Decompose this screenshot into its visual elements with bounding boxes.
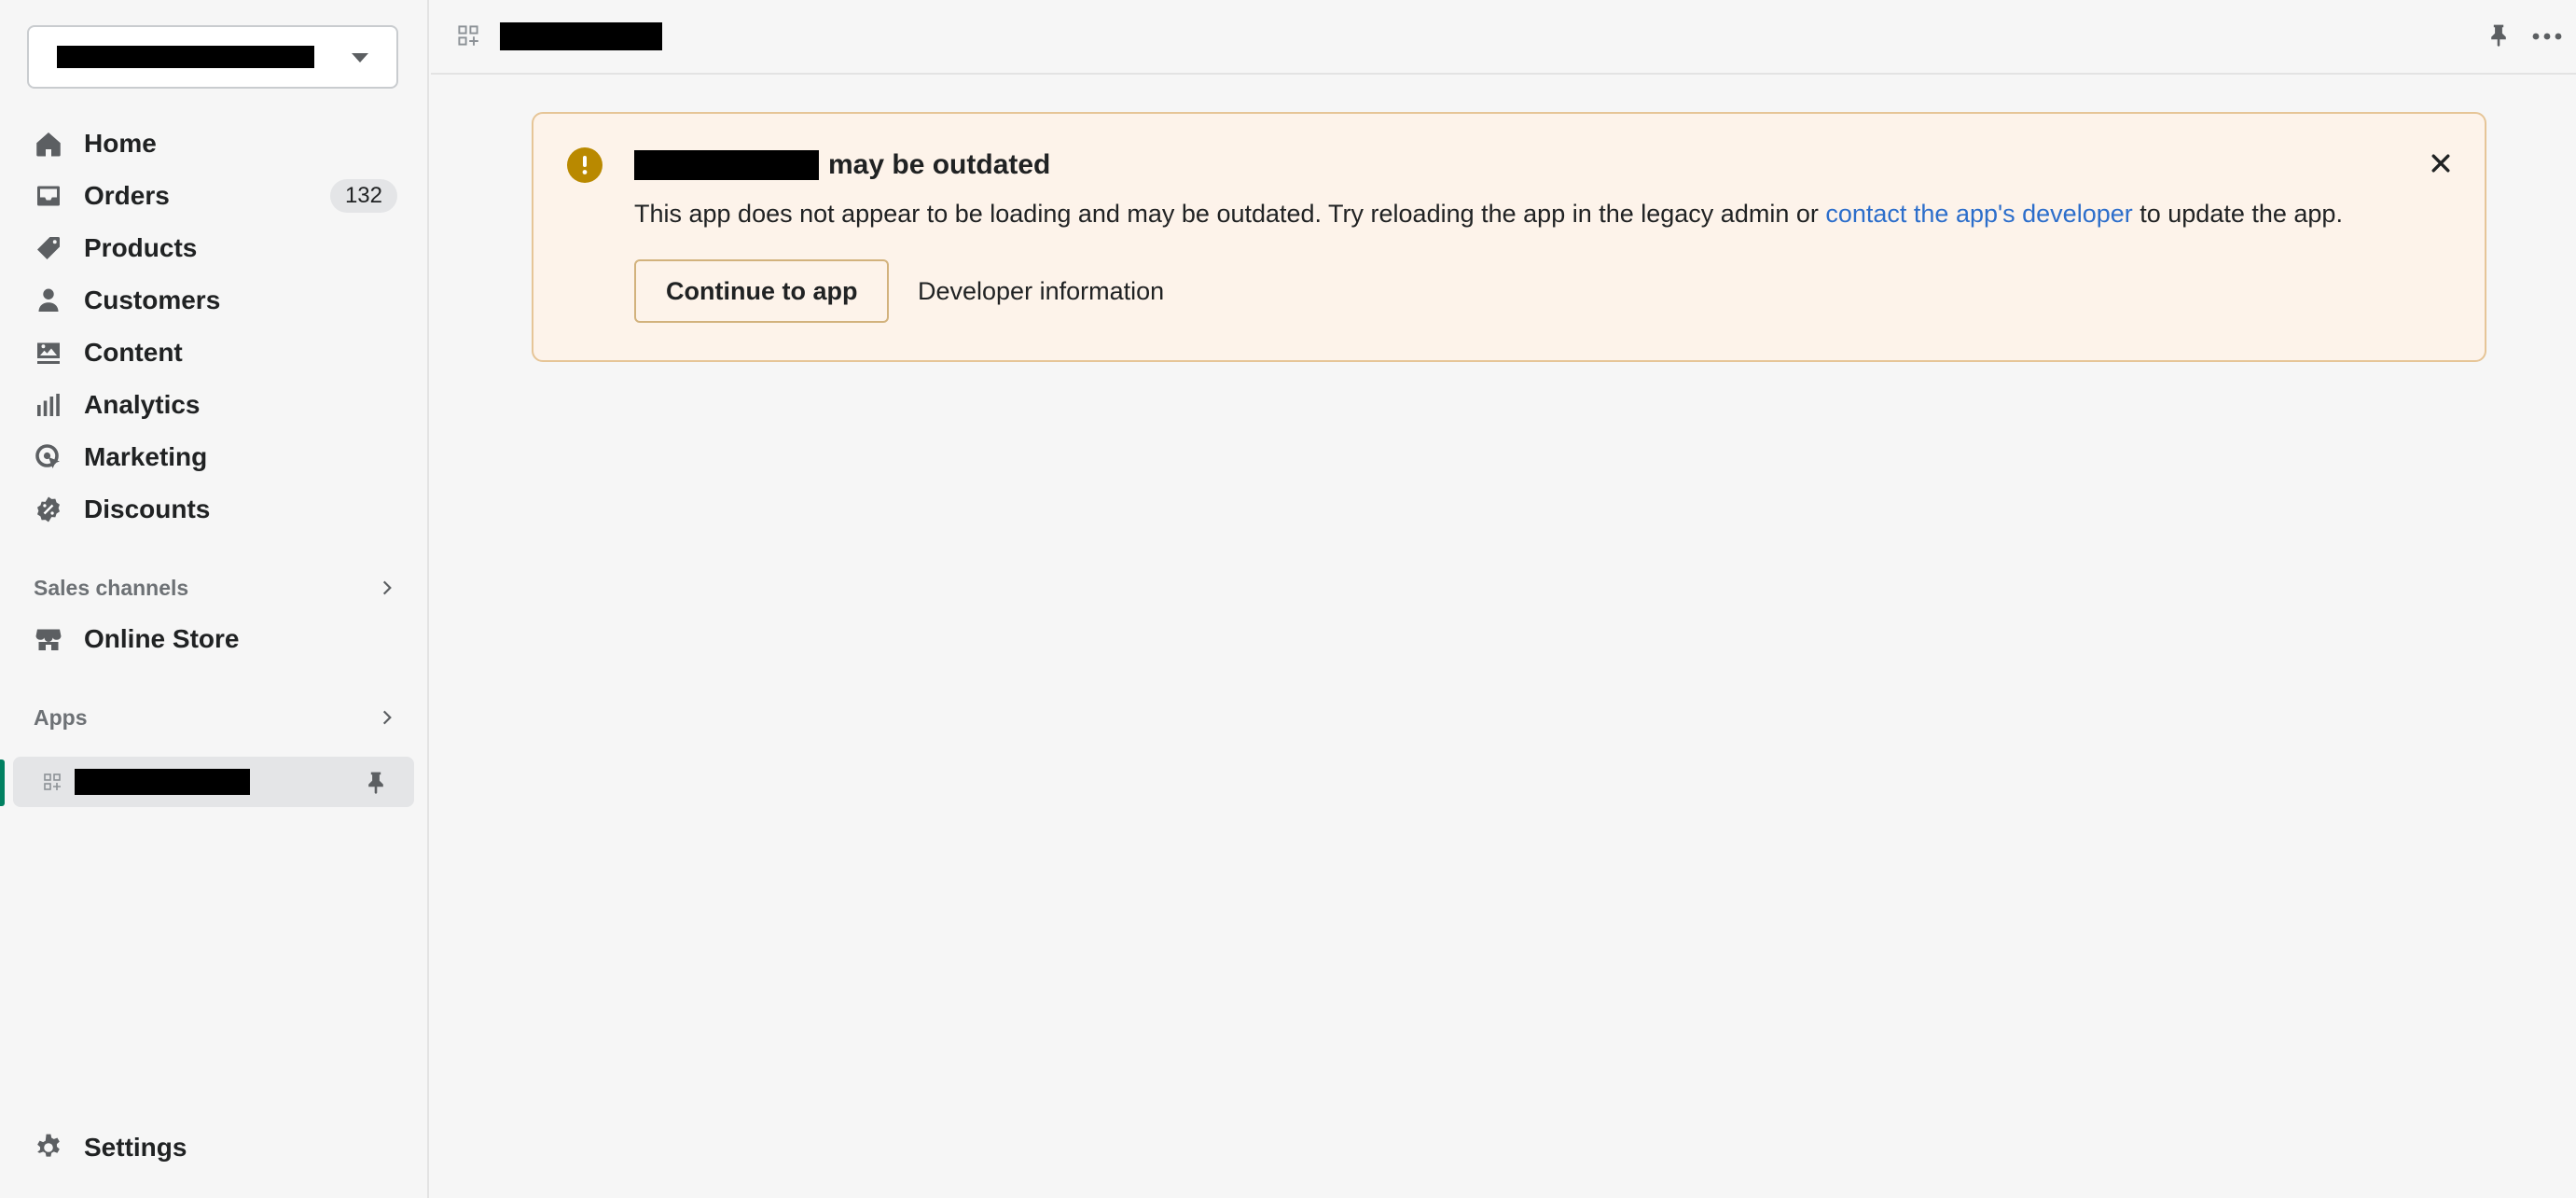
nav-label: Products [84, 233, 198, 262]
nav-item-home[interactable]: Home [34, 120, 397, 167]
chevron-right-icon [382, 580, 392, 595]
caret-down-icon [352, 53, 368, 63]
orders-icon [34, 181, 63, 211]
banner-title-text: may be outdated [828, 149, 1051, 180]
chevron-right-icon [382, 710, 392, 725]
more-actions-icon[interactable] [2531, 24, 2563, 53]
message-text: This app does not appear to be loading a… [634, 200, 1826, 228]
nav-label: Discounts [84, 495, 211, 523]
sidebar: Home Orders 132 Products Customers Conte… [0, 0, 429, 1198]
nav-label: Orders [84, 181, 170, 210]
image-icon [34, 338, 63, 368]
app-name-redacted [75, 769, 250, 795]
nav-label: Customers [84, 286, 221, 314]
close-icon[interactable] [2429, 151, 2453, 180]
app-grid-icon [43, 773, 62, 791]
nav-label: Content [84, 338, 183, 367]
nav-item-settings[interactable]: Settings [34, 1124, 397, 1171]
tag-icon [34, 233, 63, 263]
nav-item-online-store[interactable]: Online Store [34, 616, 397, 662]
banner-message: This app does not appear to be loading a… [634, 200, 2343, 229]
nav-item-products[interactable]: Products [34, 225, 397, 272]
discount-icon [34, 495, 63, 524]
banner-title: may be outdated [634, 149, 1050, 181]
store-name-redacted [57, 46, 314, 68]
nav-item-discounts[interactable]: Discounts [34, 486, 397, 533]
nav-label: Online Store [84, 624, 240, 653]
pin-icon[interactable] [2486, 21, 2511, 53]
continue-to-app-button[interactable]: Continue to app [634, 259, 890, 323]
nav-item-customers[interactable]: Customers [34, 277, 397, 324]
section-label: Sales channels [34, 575, 189, 600]
nav-item-marketing[interactable]: Marketing [34, 434, 397, 481]
nav-label: Settings [84, 1133, 187, 1162]
store-selector[interactable] [27, 25, 398, 89]
active-app-item[interactable] [13, 757, 414, 807]
active-indicator [0, 759, 5, 806]
gear-icon [34, 1133, 63, 1163]
home-icon [34, 129, 63, 159]
app-name-redacted [634, 150, 819, 180]
message-text-end: to update the app. [2132, 200, 2343, 228]
sales-channels-header[interactable]: Sales channels [34, 569, 397, 606]
person-icon [34, 286, 63, 315]
warning-icon [567, 147, 602, 183]
pin-icon[interactable] [364, 769, 388, 800]
nav-label: Home [84, 129, 157, 158]
section-label: Apps [34, 704, 88, 730]
contact-developer-link[interactable]: contact the app's developer [1825, 200, 2132, 228]
nav-item-orders[interactable]: Orders 132 [34, 173, 397, 219]
orders-count-badge: 132 [329, 179, 397, 213]
nav-item-analytics[interactable]: Analytics [34, 382, 397, 428]
app-grid-icon [457, 24, 479, 51]
nav-label: Marketing [84, 442, 208, 471]
outdated-app-banner: may be outdated This app does not appear… [532, 112, 2486, 362]
developer-information-button[interactable]: Developer information [910, 259, 1171, 323]
app-title-redacted [500, 22, 662, 50]
nav-label: Analytics [84, 390, 201, 419]
target-icon [34, 442, 63, 472]
bar-chart-icon [34, 390, 63, 420]
nav-item-content[interactable]: Content [34, 329, 397, 376]
apps-header[interactable]: Apps [34, 699, 397, 736]
top-bar [431, 0, 2576, 75]
store-icon [34, 624, 63, 654]
